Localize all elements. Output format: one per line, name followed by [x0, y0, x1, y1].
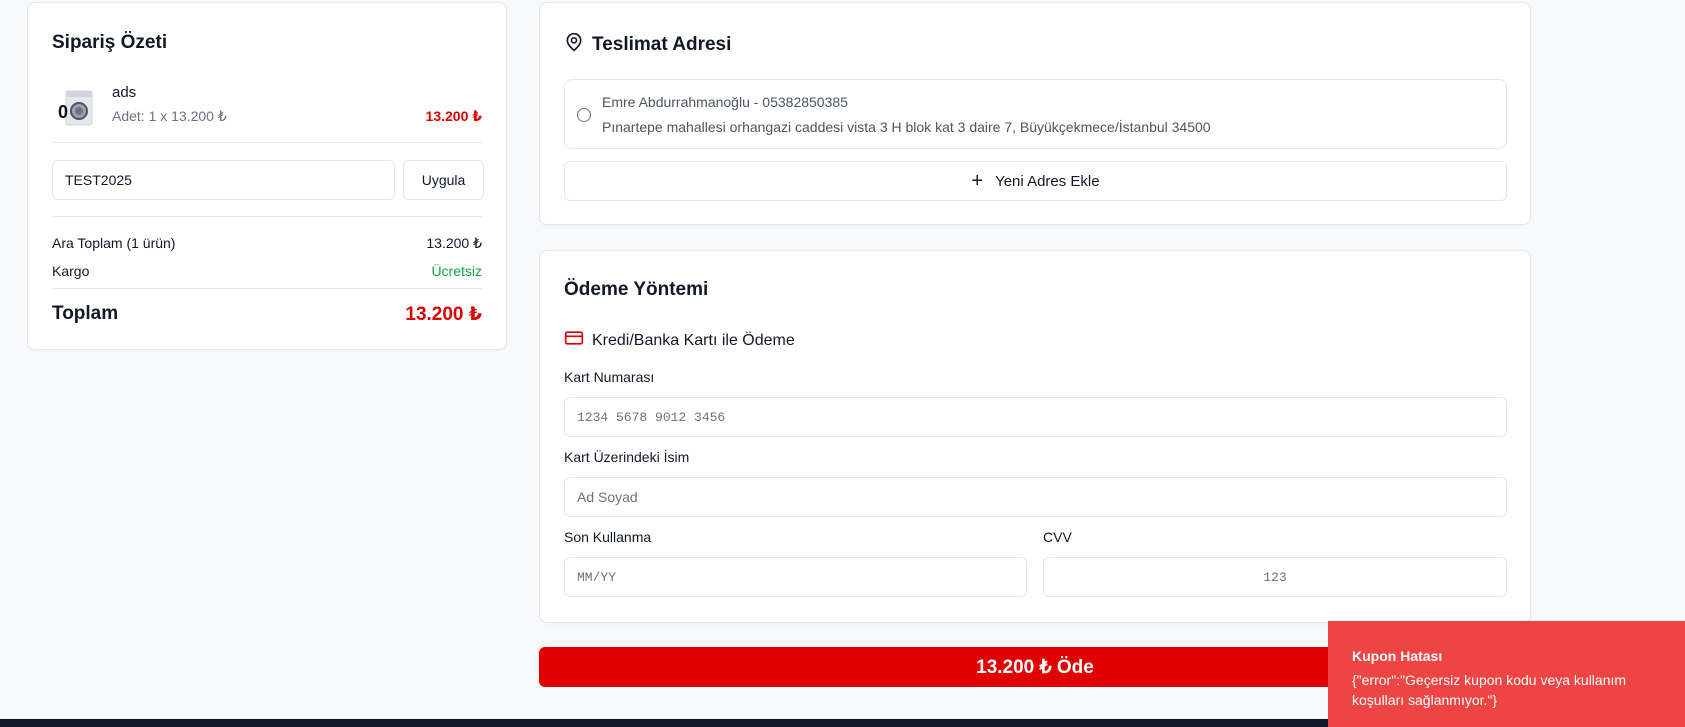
toast-message: {"error":"Geçersiz kupon kodu veya kulla…: [1352, 672, 1627, 708]
card-name-input[interactable]: [564, 477, 1507, 517]
divider: [52, 142, 482, 143]
address-name-phone: Emre Abdurrahmanoğlu - 05382850385: [602, 94, 848, 110]
shipping-label: Kargo: [52, 263, 90, 279]
divider: [52, 288, 482, 289]
coupon-error-toast[interactable]: Kupon Hatası {"error":"Geçersiz kupon ko…: [1328, 621, 1685, 727]
delivery-address-card: Teslimat Adresi Emre Abdurrahmanoğlu - 0…: [539, 2, 1531, 225]
expiry-label: Son Kullanma: [564, 529, 652, 545]
product-thumbnail: 0: [56, 89, 100, 129]
coupon-input[interactable]: [52, 160, 395, 200]
plus-icon: +: [971, 170, 984, 192]
expiry-input[interactable]: [564, 557, 1027, 597]
shipping-value: Ücretsiz: [431, 263, 482, 279]
svg-text:0: 0: [58, 102, 68, 122]
card-name-label: Kart Üzerindeki İsim: [564, 449, 690, 465]
cvv-label: CVV: [1043, 529, 1072, 545]
add-new-address-button[interactable]: + Yeni Adres Ekle: [564, 161, 1507, 201]
apply-coupon-button[interactable]: Uygula: [403, 160, 484, 200]
toast-title: Kupon Hatası: [1352, 648, 1443, 664]
address-line: Pınartepe mahallesi orhangazi caddesi vi…: [602, 119, 1211, 135]
product-name: ads: [112, 84, 137, 101]
cvv-input[interactable]: [1043, 557, 1507, 597]
subtotal-value: 13.200 ₺: [426, 235, 482, 251]
product-price: 13.200 ₺: [425, 108, 482, 124]
total-label: Toplam: [52, 303, 119, 324]
card-payment-method: Kredi/Banka Kartı ile Ödeme: [564, 328, 795, 353]
subtotal-label: Ara Toplam (1 ürün): [52, 235, 176, 251]
delivery-address-title: Teslimat Adresi: [592, 33, 732, 55]
map-pin-icon: [564, 32, 584, 57]
card-number-input[interactable]: [564, 397, 1507, 437]
payment-method-title: Ödeme Yöntemi: [564, 279, 709, 300]
card-number-label: Kart Numarası: [564, 369, 655, 385]
address-radio[interactable]: [577, 108, 591, 122]
product-quantity: Adet: 1 x 13.200 ₺: [112, 108, 227, 124]
card-payment-label: Kredi/Banka Kartı ile Ödeme: [592, 331, 795, 349]
credit-card-icon: [564, 328, 584, 353]
payment-method-card: Ödeme Yöntemi Kredi/Banka Kartı ile Ödem…: [539, 250, 1531, 623]
add-new-address-label: Yeni Adres Ekle: [995, 172, 1100, 190]
divider: [52, 216, 482, 217]
saved-address-option[interactable]: Emre Abdurrahmanoğlu - 05382850385 Pınar…: [564, 79, 1507, 149]
delivery-address-header: Teslimat Adresi: [564, 32, 731, 57]
order-summary-title: Sipariş Özeti: [52, 32, 168, 53]
total-value: 13.200 ₺: [405, 304, 482, 325]
order-summary-card: Sipariş Özeti 0 ads Adet: 1 x 13.200 ₺ 1…: [27, 2, 507, 350]
